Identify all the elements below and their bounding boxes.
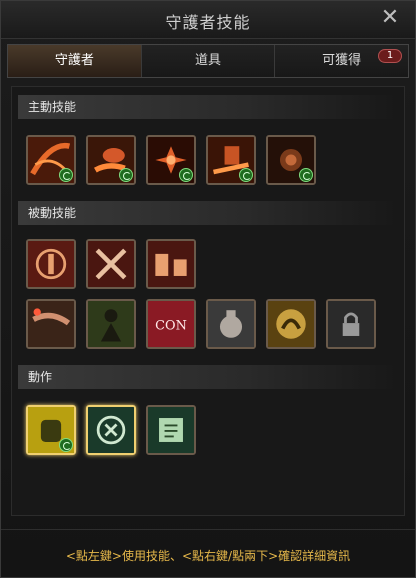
section-header-active: 主動技能: [18, 95, 398, 119]
guardian-emblem-icon[interactable]: [26, 239, 76, 289]
potion-bag-icon[interactable]: [206, 299, 256, 349]
fire-blade-icon[interactable]: [206, 135, 256, 185]
fire-slash-icon[interactable]: [26, 135, 76, 185]
cooldown-sync-icon: [59, 168, 73, 182]
section-label-passive: 被動技能: [28, 206, 77, 220]
shadow-figure-icon[interactable]: [86, 299, 136, 349]
section-header-action: 動作: [18, 365, 398, 389]
tab-guardian[interactable]: 守護者: [8, 45, 142, 77]
fire-wind-icon[interactable]: [26, 299, 76, 349]
section-label-active: 主動技能: [28, 100, 77, 114]
tab-items[interactable]: 道具: [141, 45, 276, 77]
svg-text:CON: CON: [155, 319, 187, 334]
window-title: 守護者技能: [165, 13, 251, 32]
crosshair-action-icon[interactable]: [86, 405, 136, 455]
cooldown-sync-icon: [119, 168, 133, 182]
skills-panel: 主動技能 被動技能 CON 動作: [11, 86, 405, 516]
section-header-passive: 被動技能: [18, 201, 398, 225]
cooldown-sync-icon: [299, 168, 313, 182]
fire-burst-icon[interactable]: [146, 135, 196, 185]
tab-guardian-label: 守護者: [54, 53, 94, 68]
fire-orb-icon[interactable]: [266, 135, 316, 185]
fist-action-icon[interactable]: [26, 405, 76, 455]
footer-divider: [1, 529, 415, 530]
tab-obtainable[interactable]: 可獲得 1: [275, 45, 409, 77]
notification-badge: 1: [378, 49, 403, 63]
scroll-action-icon[interactable]: [146, 405, 196, 455]
cooldown-sync-icon: [179, 168, 193, 182]
con-stat-icon[interactable]: CON: [146, 299, 196, 349]
flame-arm-icon[interactable]: [86, 135, 136, 185]
close-icon[interactable]: ✕: [379, 7, 401, 29]
tab-bar: 守護者 道具 可獲得 1: [7, 44, 409, 78]
crossed-axes-icon[interactable]: [86, 239, 136, 289]
cooldown-sync-icon: [239, 168, 253, 182]
guardian-skills-window: 守護者技能 ✕ 守護者 道具 可獲得 1 主動技能 被動技能 CON 動作 <點…: [0, 0, 416, 578]
tab-items-label: 道具: [195, 53, 222, 68]
gauntlets-icon[interactable]: [146, 239, 196, 289]
gold-claw-icon[interactable]: [266, 299, 316, 349]
cooldown-sync-icon: [59, 438, 73, 452]
tab-obtainable-label: 可獲得: [322, 53, 362, 68]
usage-hint: <點左鍵>使用技能、<點右鍵/點兩下>確認詳細資訊: [65, 549, 351, 563]
section-label-action: 動作: [28, 370, 53, 384]
locked-slot-icon[interactable]: [326, 299, 376, 349]
title-bar: 守護者技能 ✕: [1, 1, 415, 39]
